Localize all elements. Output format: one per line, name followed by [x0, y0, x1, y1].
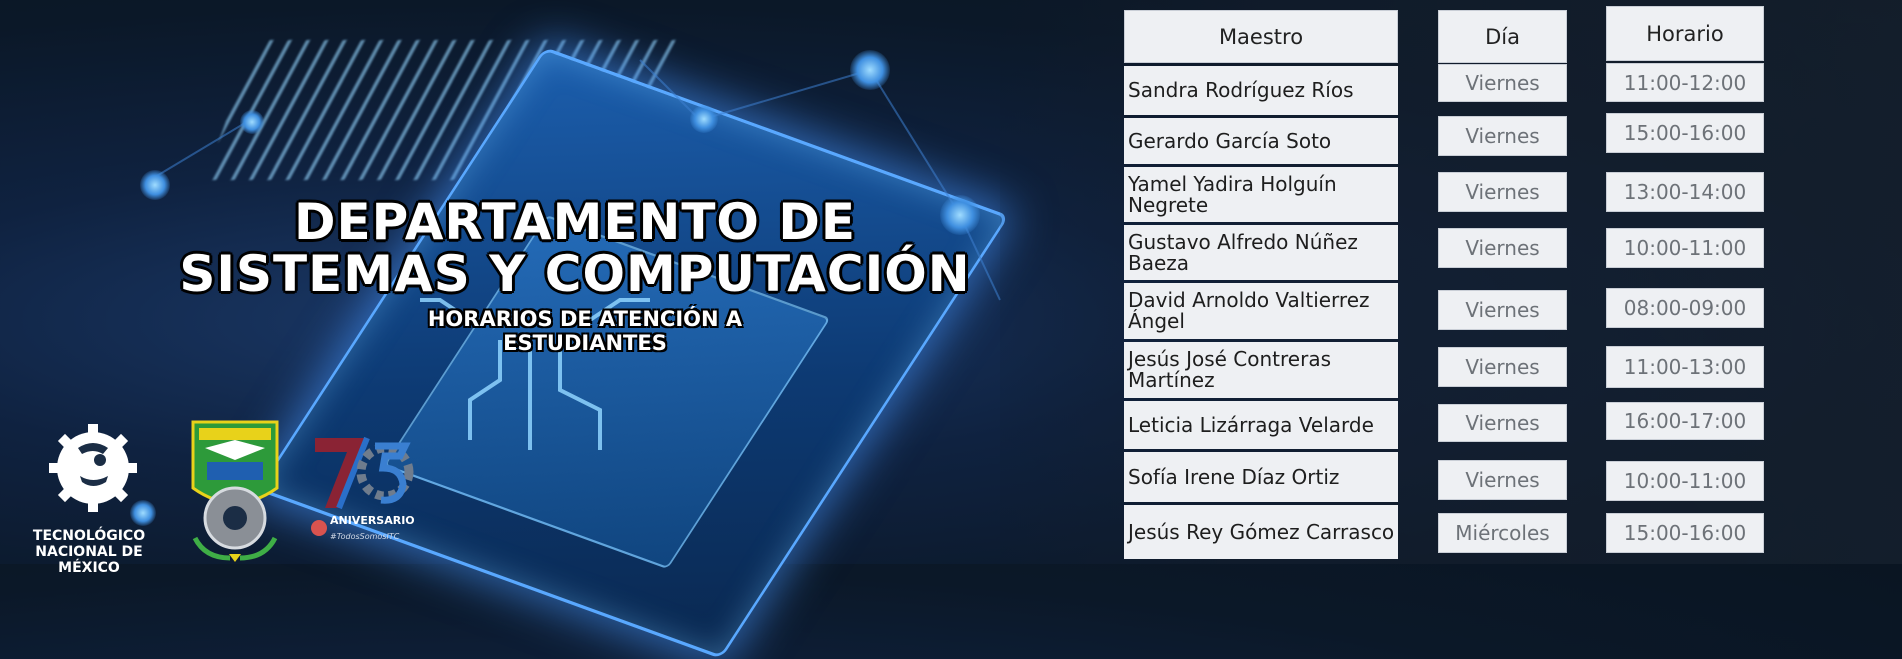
table-row-day: Viernes: [1438, 290, 1567, 330]
table-row-day: Viernes: [1438, 404, 1567, 442]
column-header-teacher: Maestro: [1124, 10, 1398, 63]
network-node-decoration: [140, 170, 170, 200]
table-row-day: Miércoles: [1438, 513, 1567, 553]
table-row-teacher: Yamel Yadira Holguín Negrete: [1124, 167, 1398, 222]
table-row-time: 10:00-11:00: [1606, 228, 1764, 268]
title-line-1: DEPARTAMENTO DE: [293, 193, 857, 251]
title-line-2: SISTEMAS Y COMPUTACIÓN: [179, 245, 971, 303]
table-row-day: Viernes: [1438, 172, 1567, 212]
column-header-time: Horario: [1606, 6, 1764, 61]
table-row-day: Viernes: [1438, 347, 1567, 387]
page-subtitle: HORARIOS DE ATENCIÓN A ESTUDIANTES: [395, 307, 775, 355]
institute-shield-logo-icon: [191, 420, 279, 562]
anniversary-hashtag: #TodosSomosITC: [330, 532, 400, 541]
tecnm-caption-line-2: NACIONAL DE MÉXICO: [35, 544, 143, 576]
table-row-time: 10:00-11:00: [1606, 461, 1764, 501]
page-title: DEPARTAMENTO DE SISTEMAS Y COMPUTACIÓN: [175, 196, 975, 300]
table-row-teacher: David Arnoldo Valtierrez Ángel: [1124, 283, 1398, 339]
table-row-day: Viernes: [1438, 228, 1567, 268]
table-row-day: Viernes: [1438, 64, 1567, 102]
subtitle-line-1: HORARIOS DE ATENCIÓN A: [427, 307, 743, 331]
table-row-time: 11:00-12:00: [1606, 63, 1764, 102]
table-row-day: Viernes: [1438, 116, 1567, 156]
table-row-teacher: Gustavo Alfredo Núñez Baeza: [1124, 225, 1398, 280]
network-node-decoration: [690, 105, 718, 133]
table-row-time: 16:00-17:00: [1606, 402, 1764, 440]
anniversary-label: ANIVERSARIO: [330, 514, 415, 527]
tecnm-caption: TECNOLÓGICO NACIONAL DE MÉXICO: [8, 528, 170, 576]
tecnm-caption-line-1: TECNOLÓGICO: [32, 528, 146, 544]
table-row-teacher: Sofía Irene Díaz Ortiz: [1124, 452, 1398, 502]
table-row-time: 15:00-16:00: [1606, 113, 1764, 153]
table-row-time: 15:00-16:00: [1606, 513, 1764, 553]
table-row-teacher: Gerardo García Soto: [1124, 118, 1398, 164]
subtitle-line-2: ESTUDIANTES: [503, 331, 667, 355]
table-row-day: Viernes: [1438, 460, 1567, 500]
table-row-time: 13:00-14:00: [1606, 172, 1764, 212]
table-row-time: 08:00-09:00: [1606, 288, 1764, 328]
table-row-teacher: Sandra Rodríguez Ríos: [1124, 66, 1398, 115]
table-row-teacher: Leticia Lizárraga Velarde: [1124, 401, 1398, 449]
table-row-teacher: Jesús José Contreras Martínez: [1124, 342, 1398, 398]
network-node-decoration: [240, 110, 264, 134]
table-row-teacher: Jesús Rey Gómez Carrasco: [1124, 505, 1398, 559]
column-header-day: Día: [1438, 10, 1567, 63]
table-row-time: 11:00-13:00: [1606, 346, 1764, 388]
network-node-decoration: [850, 50, 890, 90]
